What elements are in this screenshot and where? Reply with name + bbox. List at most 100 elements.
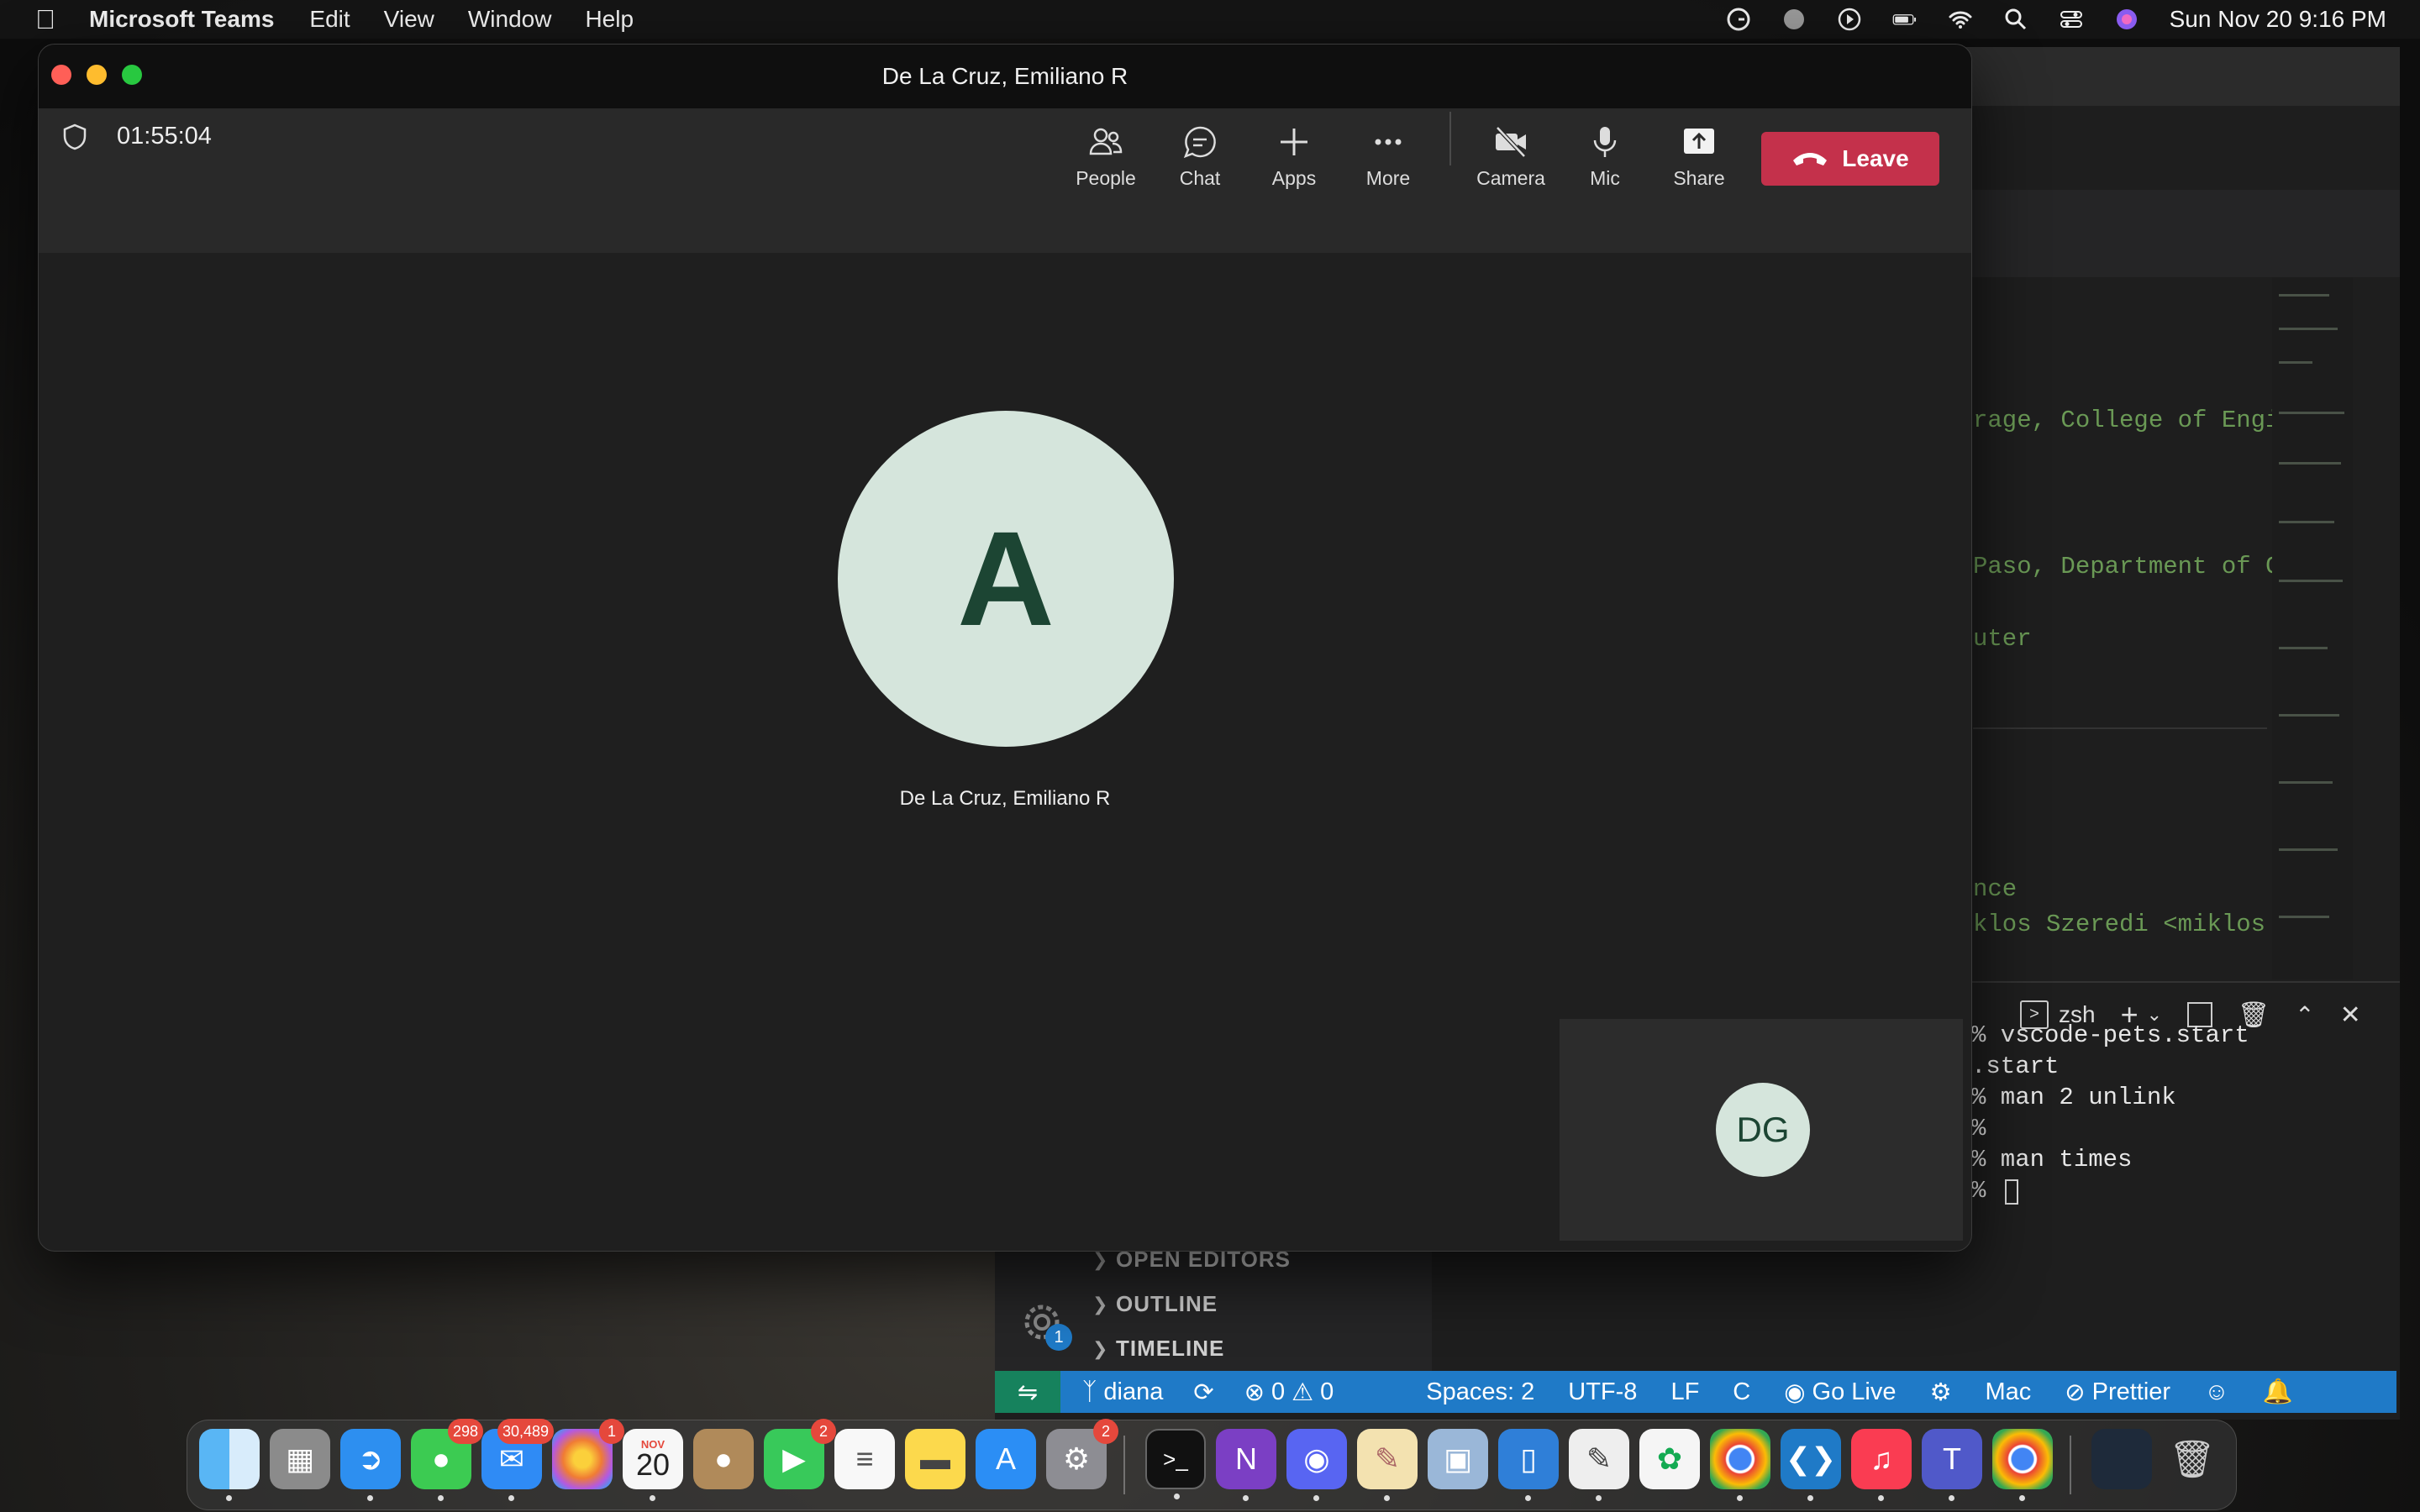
terminal-line: % man 2 unlink (1971, 1084, 2176, 1111)
running-indicator (1525, 1495, 1531, 1501)
os-indicator[interactable]: Mac (1986, 1378, 2032, 1406)
notes-icon[interactable]: ▬ (905, 1429, 965, 1489)
error-icon: ⊗ (1244, 1378, 1265, 1406)
vscode-status-bar: ⇋ ᛉ diana ⟳ ⊗ 0 ⚠ 0 Spaces: 2 UTF-8 LF C ◉ G… (995, 1371, 2396, 1413)
error-count: 0 (1271, 1378, 1286, 1405)
apple-menu-icon[interactable]:  (30, 4, 60, 35)
terminal-line: % vscode-pets.start (1971, 1021, 2249, 1049)
editor-minimap[interactable] (2272, 277, 2353, 979)
participant-avatar[interactable]: A (838, 411, 1174, 747)
mic-button[interactable]: Mic (1563, 123, 1647, 190)
problems-indicator[interactable]: ⊗ 0 ⚠ 0 (1244, 1378, 1334, 1407)
window-title: De La Cruz, Emiliano R (881, 63, 1128, 89)
menu-app-name[interactable]: Microsoft Teams (89, 6, 274, 33)
menu-edit[interactable]: Edit (309, 6, 350, 33)
chrome-canary-icon[interactable] (1992, 1429, 2053, 1501)
sidebar-outline[interactable]: ❯ OUTLINE (1092, 1291, 1218, 1317)
running-indicator (226, 1495, 232, 1501)
encoding-setting[interactable]: UTF-8 (1568, 1378, 1637, 1406)
more-button[interactable]: More (1346, 123, 1430, 190)
leave-call-button[interactable]: Leave (1761, 132, 1939, 186)
sidebar-timeline[interactable]: ❯ TIMELINE (1092, 1336, 1224, 1362)
chrome-icon[interactable] (1710, 1429, 1770, 1501)
extension-icon[interactable]: ⚙ (1930, 1378, 1952, 1407)
menu-help[interactable]: Help (585, 6, 634, 33)
maximize-panel-icon[interactable]: ⌃ (2295, 1001, 2314, 1029)
eol-setting[interactable]: LF (1670, 1378, 1699, 1406)
running-indicator (650, 1495, 655, 1501)
people-button[interactable]: People (1064, 123, 1148, 190)
running-indicator (1807, 1495, 1813, 1501)
reminders-icon[interactable]: ≡ (834, 1429, 895, 1489)
script-editor-icon[interactable]: ✎ (1357, 1429, 1418, 1501)
finder-icon[interactable] (199, 1429, 260, 1501)
system-settings-icon[interactable]: ⚙ 2 (1046, 1419, 1118, 1489)
launchpad-icon[interactable]: ▦ (270, 1429, 330, 1489)
warning-count: 0 (1320, 1378, 1334, 1405)
terminal-icon[interactable]: >_ (1145, 1429, 1206, 1499)
chevron-right-icon: ❯ (1092, 1293, 1109, 1315)
feedback-icon[interactable]: ☺ (2204, 1378, 2229, 1406)
more-label: More (1365, 167, 1411, 189)
notifications-bell-icon[interactable]: 🔔 (2263, 1378, 2293, 1406)
safari-icon[interactable]: ➲ (340, 1429, 401, 1501)
editor-line: nce (1973, 875, 2018, 903)
manage-gear-icon[interactable]: 1 (1017, 1297, 1072, 1351)
git-branch[interactable]: ᛉ diana (1082, 1378, 1163, 1406)
minimap-line (2279, 462, 2341, 465)
shield-icon[interactable] (60, 123, 89, 151)
preview-icon[interactable]: ▣ (1428, 1429, 1488, 1489)
calendar-icon[interactable]: NOV 20 (623, 1429, 683, 1501)
play-icon[interactable] (1837, 7, 1862, 32)
running-indicator (2019, 1495, 2025, 1501)
app-store-icon[interactable]: A (976, 1429, 1036, 1489)
control-center-icon[interactable] (2059, 7, 2084, 32)
mongodb-compass-icon[interactable]: ✿ (1639, 1429, 1700, 1489)
mail-badge: 30,489 (497, 1419, 554, 1444)
dock-separator (2070, 1436, 2071, 1494)
running-indicator (367, 1495, 373, 1501)
go-live-button[interactable]: ◉ Go Live (1784, 1378, 1896, 1407)
music-icon[interactable]: ♫ (1851, 1429, 1912, 1501)
prettier-label: Prettier (2091, 1378, 2171, 1405)
wifi-icon[interactable] (1948, 7, 1973, 32)
trash-icon[interactable]: 🗑 (2162, 1429, 2223, 1489)
onenote-icon[interactable]: N (1216, 1429, 1276, 1501)
sync-icon[interactable]: ⟳ (1193, 1378, 1213, 1407)
apps-button[interactable]: Apps (1252, 123, 1336, 190)
camera-button[interactable]: Camera (1469, 123, 1553, 190)
spotlight-search-icon[interactable] (2003, 7, 2028, 32)
teams-icon[interactable]: T (1922, 1429, 1982, 1501)
battery-icon[interactable] (1892, 7, 1918, 32)
grammarly-icon[interactable] (1726, 7, 1751, 32)
keynote-icon[interactable]: ▯ (1498, 1429, 1559, 1501)
chat-button[interactable]: Chat (1158, 123, 1242, 190)
share-button[interactable]: Share (1657, 123, 1741, 190)
globe-icon[interactable] (1781, 7, 1807, 32)
editor-line: klos Szeredi <miklos (1973, 911, 2266, 938)
menubar-clock[interactable]: Sun Nov 20 9:16 PM (2170, 6, 2386, 33)
menu-window[interactable]: Window (468, 6, 552, 33)
prettier-button[interactable]: ⊘ Prettier (2065, 1378, 2170, 1407)
close-panel-icon[interactable]: ✕ (2340, 1000, 2361, 1030)
vscode-icon[interactable]: ❮❯ (1781, 1429, 1841, 1501)
remote-indicator-icon[interactable]: ⇋ (995, 1371, 1060, 1413)
running-indicator (1174, 1494, 1180, 1499)
discord-icon[interactable]: ◉ (1286, 1429, 1347, 1501)
messages-icon[interactable]: ● 298 (411, 1419, 483, 1501)
textedit-icon[interactable]: ✎ (1569, 1429, 1629, 1501)
minimap-line (2279, 848, 2338, 851)
call-timer: 01:55:04 (117, 123, 212, 150)
language-mode[interactable]: C (1733, 1378, 1750, 1406)
contacts-icon[interactable]: ● (693, 1429, 754, 1489)
facetime-icon[interactable]: ▶ 2 (764, 1419, 836, 1489)
minimap-line (2279, 294, 2329, 297)
photos-icon[interactable]: 1 (552, 1419, 624, 1489)
mail-icon[interactable]: ✉ 30,489 (481, 1419, 554, 1501)
dock: ▦ ➲ ● 298 ✉ 30,489 1 NOV 20 ● ▶ 2 ≡ ▬ A ⚙ 2 … (187, 1419, 2237, 1510)
menu-view[interactable]: View (384, 6, 434, 33)
siri-icon[interactable] (2114, 7, 2139, 32)
self-view-tile[interactable]: DG (1560, 1019, 1963, 1241)
indentation-setting[interactable]: Spaces: 2 (1426, 1378, 1534, 1406)
downloads-stack-icon[interactable] (2091, 1429, 2152, 1489)
